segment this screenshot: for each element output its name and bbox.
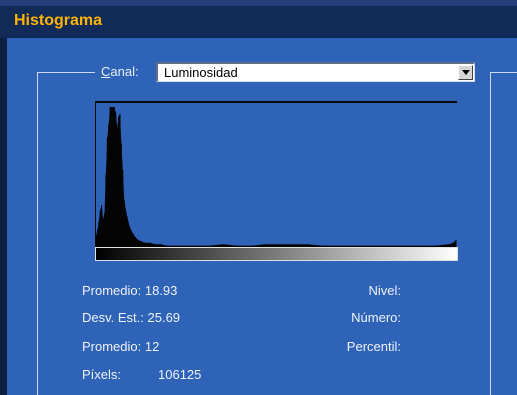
canal-label: Canal: [101,64,139,79]
histogram-chart [95,101,457,247]
stat-mediana: Promedio: 12 [82,339,160,354]
stat-pixels-value: 106125 [158,367,202,382]
dropdown-button[interactable] [458,65,473,80]
stat-promedio: Promedio: 18.93 [82,283,178,298]
title-bar-strip [0,0,517,6]
group-frame-top-right [490,72,517,73]
stat-nivel: Nivel: [368,283,401,298]
title-bar: Histograma [0,0,517,38]
histogram-svg [95,107,457,247]
stat-desv-est: Desv. Est.: 25.69 [82,310,181,325]
group-frame-top-left [37,72,95,73]
stat-pixels-label: Píxels: [82,367,122,382]
chevron-down-icon [462,70,470,75]
group-frame-left [37,72,38,395]
canal-select[interactable]: Luminosidad [156,62,475,82]
canal-select-value: Luminosidad [164,65,238,80]
histogram-area [96,107,456,247]
group-frame-right [490,72,491,395]
stat-numero: Número: [351,310,401,325]
luminance-gradient-bar [95,247,458,261]
window-title: Histograma [14,12,103,29]
stat-percentil: Percentil: [346,339,401,354]
window-left-border [0,38,7,395]
